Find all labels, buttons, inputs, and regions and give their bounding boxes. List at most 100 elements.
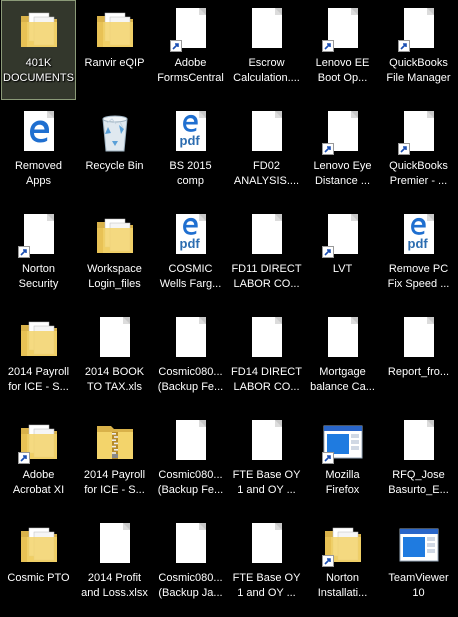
desktop-item[interactable]: RFQ_Jose Basurto_E... — [381, 412, 456, 512]
desktop-item-label: Remove PC Fix Speed ... — [387, 263, 450, 290]
folder-documents-icon — [15, 418, 63, 466]
file-icon — [395, 418, 443, 466]
desktop-item[interactable]: 2014 Profit and Loss.xlsx — [77, 515, 152, 615]
desktop-item[interactable]: Cosmic PTO — [1, 515, 76, 615]
desktop-item-label: FD14 DIRECT LABOR CO... — [231, 366, 302, 393]
desktop-item-label: 2014 Profit and Loss.xlsx — [81, 572, 148, 599]
desktop-item[interactable]: Cosmic080... (Backup Fe... — [153, 309, 228, 409]
folder-documents-icon — [91, 6, 139, 54]
file-icon — [243, 418, 291, 466]
file-icon — [319, 212, 367, 260]
desktop-item[interactable]: 401K DOCUMENTS — [1, 0, 76, 100]
folder-documents-icon — [15, 315, 63, 363]
desktop-item-label: Lenovo Eye Distance ... — [313, 160, 372, 187]
desktop-item-label: TeamViewer 10 — [388, 572, 449, 599]
file-icon — [243, 315, 291, 363]
desktop-item[interactable]: Cosmic080... (Backup Fe... — [153, 412, 228, 512]
desktop-item-label: Recycle Bin — [85, 160, 144, 172]
edge-icon — [15, 109, 63, 157]
desktop-item[interactable]: TeamViewer 10 — [381, 515, 456, 615]
desktop-item[interactable]: QuickBooks Premier - ... — [381, 103, 456, 203]
desktop-item[interactable]: 2014 BOOK TO TAX.xls — [77, 309, 152, 409]
desktop-item[interactable]: pdf Remove PC Fix Speed ... — [381, 206, 456, 306]
desktop-item[interactable]: FD14 DIRECT LABOR CO... — [229, 309, 304, 409]
file-icon — [91, 521, 139, 569]
desktop-item-label: 2014 Payroll for ICE - S... — [83, 469, 146, 496]
file-icon — [319, 109, 367, 157]
desktop-item-label: 2014 BOOK TO TAX.xls — [84, 366, 145, 393]
desktop-item[interactable]: Norton Installati... — [305, 515, 380, 615]
desktop-item-label: Adobe Acrobat XI — [12, 469, 65, 496]
desktop-item[interactable]: FTE Base OY 1 and OY ... — [229, 515, 304, 615]
shortcut-arrow-icon — [321, 143, 334, 155]
shortcut-arrow-icon — [169, 40, 182, 52]
file-icon — [319, 315, 367, 363]
desktop-item[interactable]: Ranvir eQIP — [77, 0, 152, 100]
desktop-item-label: FD02 ANALYSIS.... — [233, 160, 300, 187]
desktop-item-label: FTE Base OY 1 and OY ... — [232, 572, 301, 599]
desktop-item-label: 2014 Payroll for ICE - S... — [7, 366, 70, 393]
desktop-item[interactable]: Report_fro... — [381, 309, 456, 409]
desktop-item-label: Mozilla Firefox — [325, 469, 360, 496]
desktop-item-label: COSMIC Wells Farg... — [159, 263, 222, 290]
desktop-item-label: Cosmic080... (Backup Fe... — [157, 469, 224, 496]
desktop-item[interactable]: Norton Security — [1, 206, 76, 306]
desktop-item[interactable]: Removed Apps — [1, 103, 76, 203]
desktop-item-label: FD11 DIRECT LABOR CO... — [231, 263, 302, 290]
file-icon — [167, 521, 215, 569]
shortcut-arrow-icon — [17, 452, 30, 464]
desktop-item[interactable]: Lenovo Eye Distance ... — [305, 103, 380, 203]
desktop-item[interactable]: FD02 ANALYSIS.... — [229, 103, 304, 203]
file-icon — [395, 315, 443, 363]
desktop-item-label: Workspace Login_files — [87, 263, 142, 290]
desktop-item-label: Adobe FormsCentral — [157, 57, 224, 84]
desktop-item[interactable]: Workspace Login_files — [77, 206, 152, 306]
desktop-item[interactable]: 2014 Payroll for ICE - S... — [1, 309, 76, 409]
desktop-item[interactable]: Cosmic080... (Backup Ja... — [153, 515, 228, 615]
folder-documents-icon — [91, 212, 139, 260]
file-icon — [395, 6, 443, 54]
desktop-item[interactable]: FD11 DIRECT LABOR CO... — [229, 206, 304, 306]
desktop-item[interactable]: Adobe Acrobat XI — [1, 412, 76, 512]
shortcut-arrow-icon — [321, 555, 334, 567]
desktop-item-label: Norton Security — [18, 263, 59, 290]
desktop-item-label: Norton Installati... — [317, 572, 368, 599]
file-icon — [15, 212, 63, 260]
folder-documents-icon — [15, 6, 63, 54]
desktop-item-label: Removed Apps — [14, 160, 63, 187]
desktop-item[interactable]: Lenovo EE Boot Op... — [305, 0, 380, 100]
shortcut-arrow-icon — [397, 40, 410, 52]
folder-documents-icon — [319, 521, 367, 569]
desktop-item[interactable]: Mortgage balance Ca... — [305, 309, 380, 409]
file-icon — [167, 6, 215, 54]
desktop-item[interactable]: pdf COSMIC Wells Farg... — [153, 206, 228, 306]
desktop-item[interactable]: FTE Base OY 1 and OY ... — [229, 412, 304, 512]
file-icon — [167, 418, 215, 466]
desktop-item-label: RFQ_Jose Basurto_E... — [388, 469, 449, 496]
file-icon — [243, 6, 291, 54]
file-icon — [243, 212, 291, 260]
desktop-item-label: BS 2015 comp — [169, 160, 212, 187]
shortcut-arrow-icon — [17, 246, 30, 258]
window-app-icon — [319, 418, 367, 466]
desktop-item[interactable]: QuickBooks File Manager — [381, 0, 456, 100]
desktop-item[interactable]: Adobe FormsCentral — [153, 0, 228, 100]
zip-folder-icon — [91, 418, 139, 466]
desktop-item-label: LVT — [332, 263, 353, 275]
file-icon — [395, 109, 443, 157]
desktop-item[interactable]: Mozilla Firefox — [305, 412, 380, 512]
desktop-item[interactable]: LVT — [305, 206, 380, 306]
file-icon — [91, 315, 139, 363]
window-app-icon — [395, 521, 443, 569]
desktop-item[interactable]: Escrow Calculation.... — [229, 0, 304, 100]
desktop-item-label: QuickBooks Premier - ... — [389, 160, 448, 187]
shortcut-arrow-icon — [321, 40, 334, 52]
edge-pdf-icon: pdf — [167, 109, 215, 157]
desktop-item[interactable]: 2014 Payroll for ICE - S... — [77, 412, 152, 512]
desktop-item-label: 401K DOCUMENTS — [3, 57, 74, 84]
desktop-item[interactable]: Recycle Bin — [77, 103, 152, 203]
desktop-item[interactable]: pdf BS 2015 comp — [153, 103, 228, 203]
desktop-item-label: Cosmic PTO — [7, 572, 70, 584]
desktop-item-label: QuickBooks File Manager — [386, 57, 451, 84]
file-icon — [243, 521, 291, 569]
